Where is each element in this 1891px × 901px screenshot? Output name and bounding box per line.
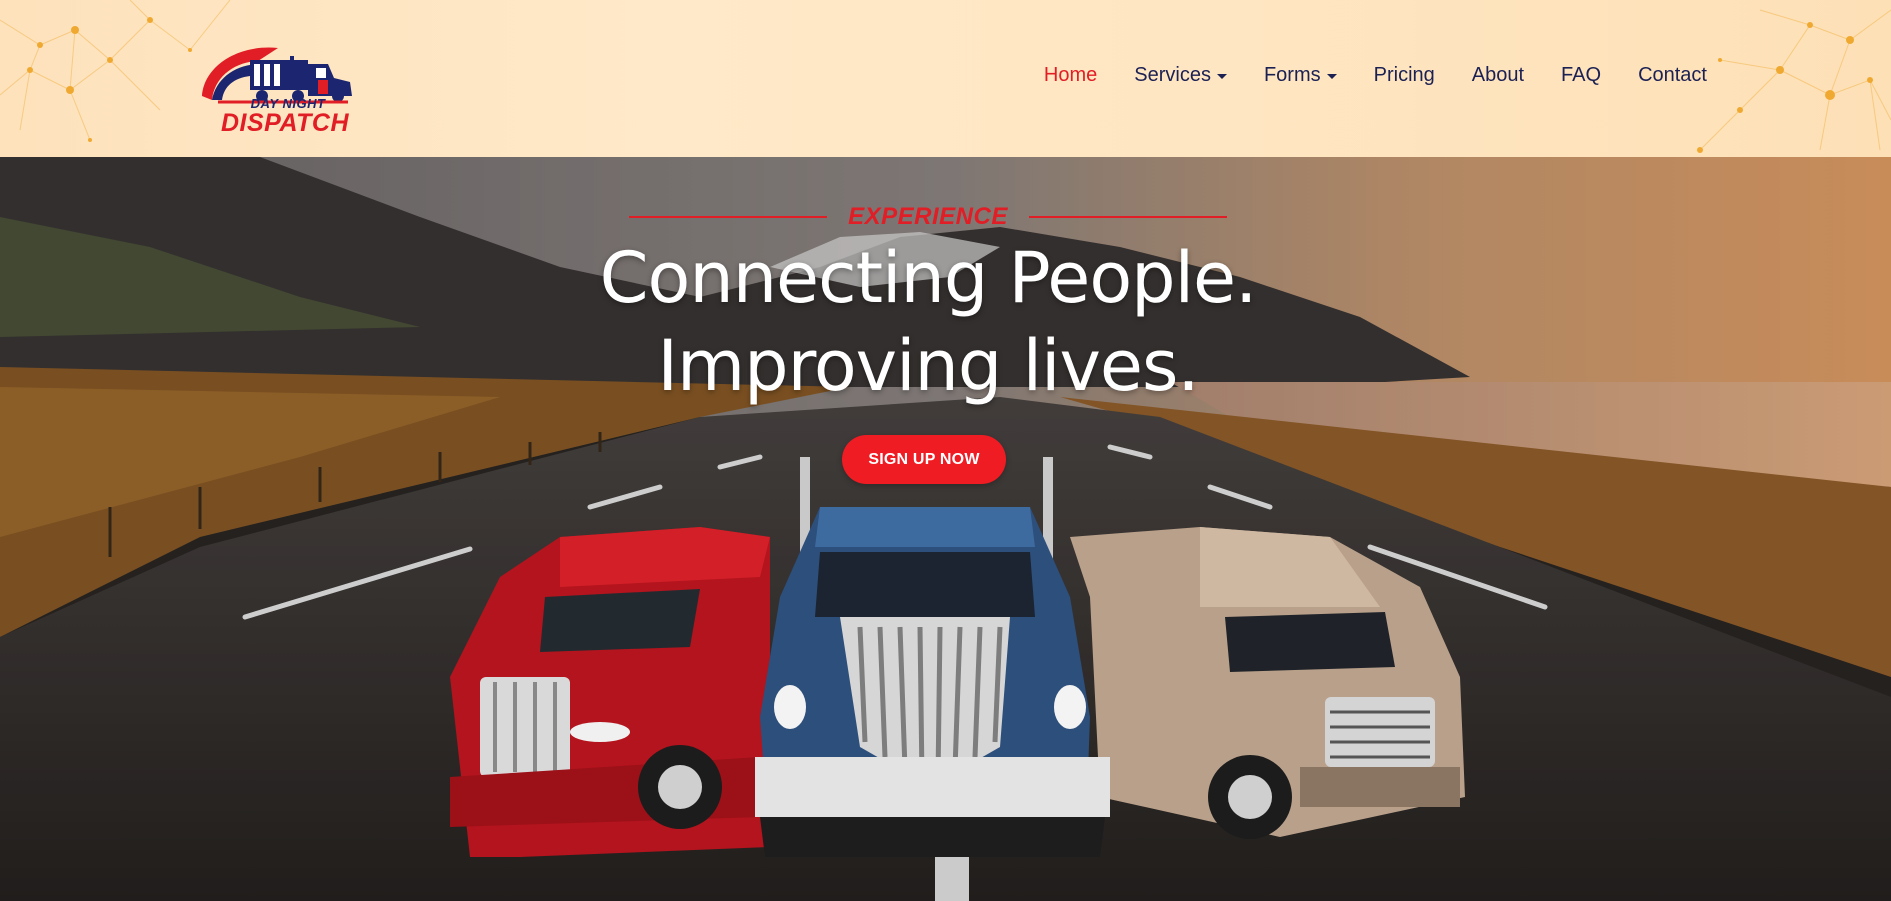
nav-about[interactable]: About — [1472, 64, 1524, 87]
nav-forms[interactable]: Forms — [1264, 64, 1337, 87]
hero-section: EXPERIENCE Connecting People. Improving … — [0, 157, 1891, 901]
tan-truck-image — [1070, 527, 1465, 839]
nav-contact[interactable]: Contact — [1638, 64, 1707, 87]
nav-services-label: Services — [1134, 64, 1211, 86]
blue-truck-image — [755, 457, 1110, 857]
nav-services[interactable]: Services — [1134, 64, 1227, 87]
nav-about-label: About — [1471, 64, 1525, 86]
logo-text-bottom: DISPATCH — [220, 109, 350, 137]
nav-faq-label: FAQ — [1561, 64, 1602, 86]
site-header: DAY NIGHT DISPATCH Home Services Forms P… — [0, 0, 1891, 157]
red-truck-image — [450, 527, 770, 857]
trucks-illustration — [450, 457, 1465, 857]
nav-pricing[interactable]: Pricing — [1374, 64, 1435, 87]
chevron-down-icon — [1216, 74, 1227, 79]
chevron-down-icon — [1326, 74, 1337, 79]
nav-contact-label: Contact — [1638, 64, 1707, 86]
nav-forms-label: Forms — [1263, 64, 1321, 86]
site-logo[interactable]: DAY NIGHT DISPATCH — [198, 26, 358, 140]
nav-home[interactable]: Home — [1044, 64, 1097, 87]
nav-home-label: Home — [1043, 64, 1098, 86]
main-nav: Home Services Forms Pricing About FAQ Co… — [1007, 64, 1707, 87]
sign-up-button[interactable]: SIGN UP NOW — [842, 435, 1006, 484]
nav-pricing-label: Pricing — [1373, 64, 1435, 86]
nav-faq[interactable]: FAQ — [1561, 64, 1601, 87]
